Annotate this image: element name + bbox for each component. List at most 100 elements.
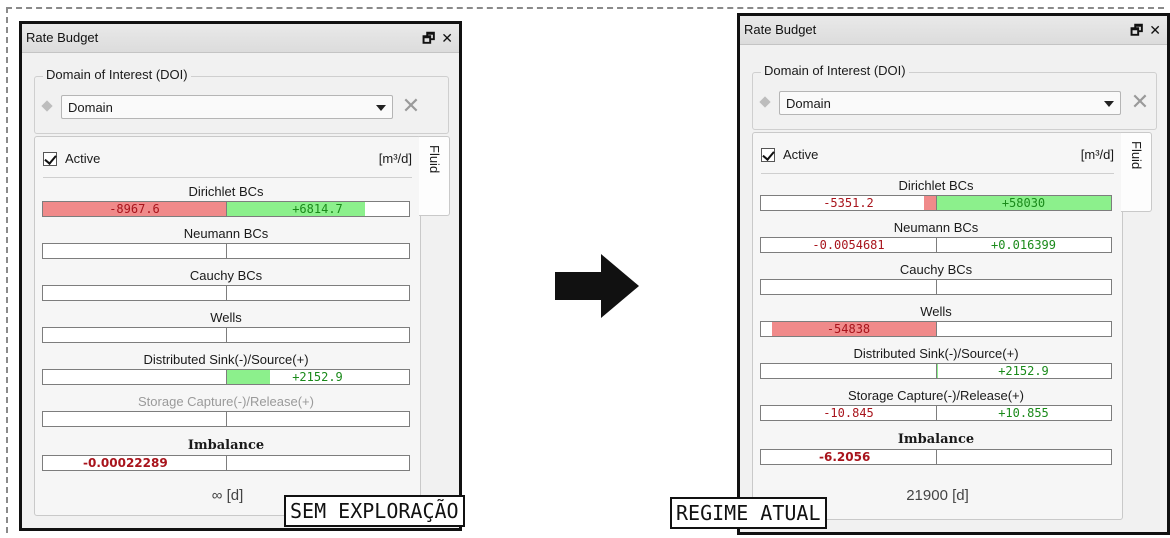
bar-divider <box>936 280 937 294</box>
metric-row: Neumann BCs -0.0054681 +0.016399 <box>760 219 1112 253</box>
metric-label: Storage Capture(-)/Release(+) <box>848 388 1024 403</box>
panel-titlebar: Rate Budget 🗗 ✕ <box>22 24 459 53</box>
tab-fluid[interactable]: Fluid <box>419 136 450 216</box>
imbalance-metric: Imbalance -0.00022289 <box>42 437 410 471</box>
metric-label: Cauchy BCs <box>189 268 263 283</box>
close-icon[interactable]: ✕ <box>1149 22 1161 38</box>
metric-label: Storage Capture(-)/Release(+) <box>138 394 314 409</box>
metric-label: Distributed Sink(-)/Source(+) <box>143 352 309 367</box>
negative-value: -0.0054681 <box>812 238 885 252</box>
tab-fluid-label: Fluid <box>427 145 442 174</box>
bar-divider <box>226 412 227 426</box>
tab-fluid[interactable]: Fluid <box>1121 132 1152 212</box>
negative-value: -8967.6 <box>109 202 160 216</box>
doi-group: Domain of Interest (DOI) Domain ✕ <box>34 67 449 134</box>
domain-select[interactable]: Domain <box>779 91 1121 115</box>
imbalance-value: -6.2056 <box>819 450 871 464</box>
float-window-icon[interactable]: 🗗 <box>1130 22 1143 38</box>
metric-row: Cauchy BCs <box>760 261 1112 295</box>
metric-row: Cauchy BCs <box>42 267 410 301</box>
metric-label: Neumann BCs <box>183 226 269 241</box>
negative-value: -54838 <box>826 322 871 336</box>
close-icon[interactable]: ✕ <box>441 30 453 46</box>
imbalance-bar: -0.00022289 <box>42 455 410 471</box>
active-checkbox[interactable] <box>43 152 57 166</box>
metric-label: Neumann BCs <box>893 220 979 235</box>
domain-select-value: Domain <box>68 100 113 115</box>
doi-diamond-icon <box>759 96 771 108</box>
imbalance-label: Imbalance <box>187 438 265 453</box>
tab-fluid-label: Fluid <box>1129 141 1144 170</box>
metric-bar: -0.0054681 +0.016399 <box>760 237 1112 253</box>
imbalance-bar: -6.2056 <box>760 449 1112 465</box>
imbalance-metric: Imbalance -6.2056 <box>760 431 1112 465</box>
clear-domain-icon[interactable]: ✕ <box>1129 91 1151 115</box>
doi-group: Domain of Interest (DOI) Domain ✕ <box>752 63 1157 130</box>
metric-row: Storage Capture(-)/Release(+) -10.845 +10.… <box>760 387 1112 421</box>
metric-label: Wells <box>920 304 952 319</box>
metric-bar: -5351.2 +58030 <box>760 195 1112 211</box>
positive-value: +2152.9 <box>998 364 1049 378</box>
metric-label: Distributed Sink(-)/Source(+) <box>853 346 1019 361</box>
active-label: Active <box>65 151 101 166</box>
doi-label: Domain of Interest (DOI) <box>43 67 191 82</box>
units-label: [m³/d] <box>378 151 412 166</box>
clear-domain-icon[interactable]: ✕ <box>400 95 422 119</box>
metric-bar: -8967.6 +6814.7 <box>42 201 410 217</box>
negative-value: -10.845 <box>823 406 874 420</box>
metric-label: Dirichlet BCs <box>898 178 974 193</box>
positive-value: +58030 <box>1001 196 1046 210</box>
metric-label: Dirichlet BCs <box>188 184 264 199</box>
bar-divider <box>226 286 227 300</box>
rate-budget-panel-right: Rate Budget 🗗 ✕ Domain of Interest (DOI) … <box>737 13 1170 535</box>
panel-title: Rate Budget <box>26 30 99 45</box>
panel-titlebar: Rate Budget 🗗 ✕ <box>740 16 1167 45</box>
bar-divider <box>226 244 227 258</box>
float-window-icon[interactable]: 🗗 <box>422 30 435 46</box>
positive-value: +2152.9 <box>292 370 343 384</box>
positive-value: +0.016399 <box>990 238 1057 252</box>
metric-bar: +2152.9 <box>42 369 410 385</box>
metric-row: Neumann BCs <box>42 225 410 259</box>
doi-label: Domain of Interest (DOI) <box>761 63 909 78</box>
metric-row: Distributed Sink(-)/Source(+) +2152.9 <box>760 345 1112 379</box>
metric-bar <box>42 327 410 343</box>
metric-bar <box>760 279 1112 295</box>
metric-row: Dirichlet BCs -8967.6 +6814.7 <box>42 183 410 217</box>
caption-regime-atual: REGIME ATUAL <box>670 497 827 529</box>
metric-bar: -10.845 +10.855 <box>760 405 1112 421</box>
active-checkbox[interactable] <box>761 148 775 162</box>
domain-select[interactable]: Domain <box>61 95 393 119</box>
imbalance-label: Imbalance <box>897 432 975 447</box>
metric-row: Wells <box>42 309 410 343</box>
metric-bar <box>42 411 410 427</box>
right-arrow-icon <box>555 254 639 318</box>
fluid-tab-content: Fluid Active [m³/d] Dirichlet BCs -8967.6… <box>34 136 450 516</box>
positive-value: +10.855 <box>998 406 1049 420</box>
metric-row: Wells -54838 <box>760 303 1112 337</box>
separator <box>761 173 1114 174</box>
chevron-down-icon <box>1104 101 1114 107</box>
separator <box>43 177 412 178</box>
caption-sem-exploracao: SEM EXPLORAÇÃO <box>284 495 465 527</box>
bar-divider <box>936 322 937 336</box>
metric-bar <box>42 243 410 259</box>
metric-bar: -54838 <box>760 321 1112 337</box>
metric-label: Cauchy BCs <box>899 262 973 277</box>
imbalance-value: -0.00022289 <box>83 456 168 470</box>
fluid-tab-content: Fluid Active [m³/d] Dirichlet BCs -5351.2… <box>752 132 1152 520</box>
chevron-down-icon <box>376 105 386 111</box>
units-label: [m³/d] <box>1080 147 1114 162</box>
domain-select-value: Domain <box>786 96 831 111</box>
active-label: Active <box>783 147 819 162</box>
negative-value: -5351.2 <box>823 196 874 210</box>
metric-row: Distributed Sink(-)/Source(+) +2152.9 <box>42 351 410 385</box>
metric-bar <box>42 285 410 301</box>
doi-diamond-icon <box>41 100 53 112</box>
bar-divider <box>226 328 227 342</box>
positive-value: +6814.7 <box>292 202 343 216</box>
metric-label: Wells <box>210 310 242 325</box>
panel-title: Rate Budget <box>744 22 817 37</box>
metric-bar: +2152.9 <box>760 363 1112 379</box>
rate-budget-panel-left: Rate Budget 🗗 ✕ Domain of Interest (DOI) … <box>19 21 462 531</box>
